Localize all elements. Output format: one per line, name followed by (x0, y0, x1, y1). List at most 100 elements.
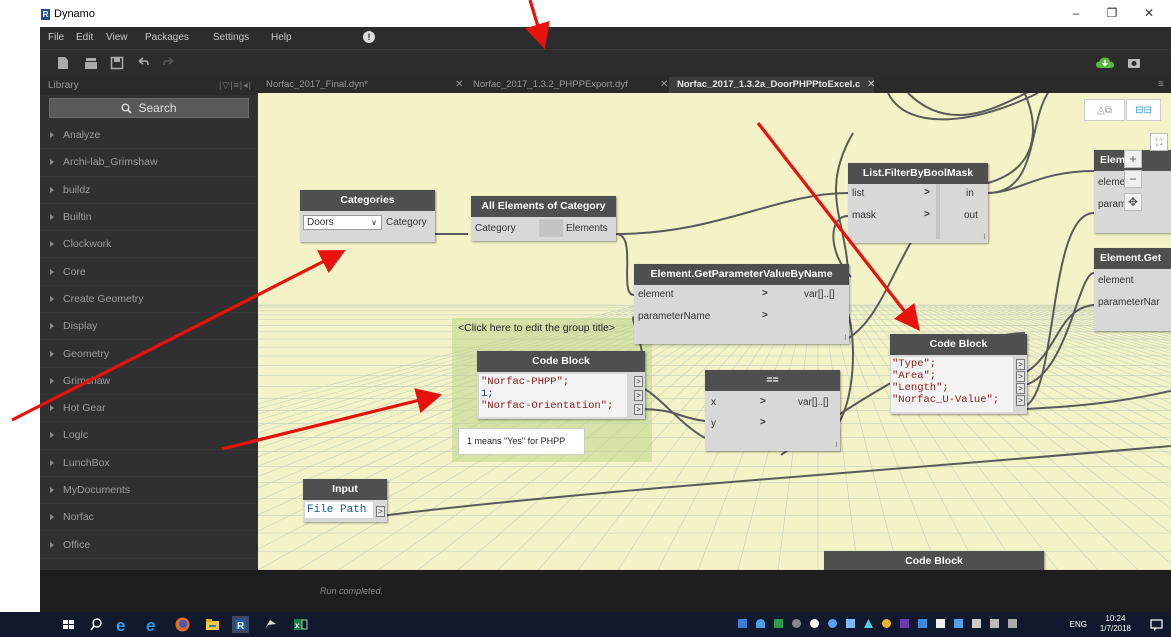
library-item-lunchbox[interactable]: LunchBox (40, 450, 258, 477)
windows-start-icon[interactable] (60, 616, 77, 633)
camera-icon[interactable] (1127, 56, 1141, 70)
node-equals[interactable]: == x > y > var[]..[] l (705, 370, 840, 451)
input-port-x[interactable]: x (711, 394, 716, 411)
firefox-icon[interactable] (174, 616, 191, 633)
code-editor[interactable]: "Type"; "Area"; "Length"; "Norfac_U-Valu… (891, 357, 1013, 412)
library-item-office[interactable]: Office (40, 531, 258, 559)
tab-final[interactable]: Norfac_2017_Final.dyn* (258, 77, 463, 93)
output-port[interactable]: > (634, 376, 643, 387)
output-port[interactable]: > (376, 506, 385, 517)
input-port-mask[interactable]: mask (852, 207, 876, 224)
library-item-mydocuments[interactable]: MyDocuments (40, 477, 258, 505)
group-note[interactable]: 1 means "Yes" for PHPP (458, 428, 585, 455)
alert-icon[interactable]: ! (363, 31, 375, 43)
cloud-publish-icon[interactable] (1095, 56, 1115, 70)
tray-app-icon[interactable] (846, 619, 855, 628)
output-port[interactable]: > (1016, 359, 1025, 370)
close-tab-icon[interactable]: ✕ (867, 79, 875, 90)
library-item-core[interactable]: Core (40, 258, 258, 286)
tray-app-icon[interactable] (864, 619, 873, 628)
input-port-parameter-name[interactable]: parameterName (638, 308, 710, 325)
tray-app-icon[interactable] (882, 619, 891, 628)
menu-file[interactable]: File (48, 32, 64, 43)
minimize-button[interactable]: – (1061, 4, 1091, 22)
file-explorer-icon[interactable] (204, 616, 221, 633)
input-port-y[interactable]: y (711, 415, 716, 432)
tray-app-icon[interactable] (954, 619, 963, 628)
action-center-icon[interactable] (1148, 616, 1165, 633)
library-item-geometry[interactable]: Geometry (40, 340, 258, 368)
save-icon[interactable] (110, 56, 124, 70)
library-item-create-geometry[interactable]: Create Geometry (40, 286, 258, 314)
input-value-field[interactable]: File Path (305, 502, 373, 518)
output-port-var[interactable]: var[]..[] (804, 286, 835, 303)
tab-door-phpp-excel[interactable]: Norfac_2017_1.3.2a_DoorPHPPtoExcel.c (669, 77, 874, 93)
zoom-in-icon[interactable]: + (1124, 150, 1142, 168)
close-tab-icon[interactable]: ✕ (455, 79, 463, 90)
restore-button[interactable]: ❐ (1097, 4, 1127, 22)
library-item-grimshaw[interactable]: Grimshaw (40, 368, 258, 395)
zoom-fit-icon[interactable]: ⛶ (1150, 133, 1168, 151)
new-file-icon[interactable] (56, 56, 70, 70)
revit-taskbar-icon[interactable]: R (232, 616, 249, 633)
library-search-input[interactable]: Search (49, 98, 249, 118)
library-item-buildz[interactable]: buildz (40, 177, 258, 204)
library-item-analyze[interactable]: Analyze (40, 122, 258, 150)
tray-app-icon[interactable] (918, 619, 927, 628)
tab-phpp-export[interactable]: Norfac_2017_1.3.2_PHPPExport.dyf (465, 77, 665, 93)
tray-cloud-icon[interactable] (756, 619, 765, 628)
tray-wifi-icon[interactable] (990, 619, 999, 628)
search-icon[interactable] (88, 616, 105, 633)
library-item-builtin[interactable]: Builtin (40, 204, 258, 232)
library-item-archi-lab-grimshaw[interactable]: Archi-lab_Grimshaw (40, 149, 258, 177)
library-item-clockwork[interactable]: Clockwork (40, 231, 258, 259)
redo-icon[interactable] (162, 56, 176, 70)
internet-explorer-icon[interactable]: e (144, 616, 161, 633)
output-port-elements[interactable]: Elements (566, 220, 608, 237)
open-file-icon[interactable] (84, 56, 98, 70)
menu-help[interactable]: Help (271, 32, 292, 43)
menu-edit[interactable]: Edit (76, 32, 93, 43)
output-port-var[interactable]: var[]..[] (798, 394, 829, 411)
workspace-canvas[interactable]: <Click here to edit the group title> Cat… (258, 93, 1171, 570)
close-tab-icon[interactable]: ✕ (660, 79, 668, 90)
tray-app-icon[interactable] (900, 619, 909, 628)
output-port[interactable]: > (1016, 383, 1025, 394)
output-port[interactable]: > (634, 404, 643, 415)
node-code-block-bottom[interactable]: Code Block (824, 551, 1044, 570)
graph-view-toggle-icon[interactable]: ⊟⊟ (1126, 99, 1161, 121)
tray-app-icon[interactable] (936, 619, 945, 628)
code-editor[interactable]: "Norfac-PHPP"; 1; "Norfac-Orientation"; (479, 374, 627, 417)
menu-packages[interactable]: Packages (145, 32, 189, 43)
input-port-list[interactable]: list (852, 185, 864, 202)
library-item-norfac[interactable]: Norfac (40, 504, 258, 532)
node-categories[interactable]: Categories Doors ∨ Category (300, 190, 435, 242)
input-port-element[interactable]: element (638, 286, 674, 303)
tray-app-icon[interactable] (810, 619, 819, 628)
output-port[interactable]: > (1016, 371, 1025, 382)
close-button[interactable]: ✕ (1134, 4, 1164, 22)
output-port[interactable]: > (1016, 395, 1025, 406)
tray-app-icon[interactable] (774, 619, 783, 628)
tab-menu-icon[interactable]: ≡ (1158, 79, 1164, 90)
geometry-view-toggle-icon[interactable]: ◬⧉ (1084, 99, 1125, 121)
output-port-category[interactable]: Category (386, 214, 427, 231)
menu-settings[interactable]: Settings (213, 32, 249, 43)
node-code-block-parameters[interactable]: Code Block "Type"; "Area"; "Length"; "No… (890, 334, 1027, 414)
output-port-in[interactable]: in (966, 185, 974, 202)
output-port-out[interactable]: out (964, 207, 978, 224)
tray-app-icon[interactable] (738, 619, 747, 628)
edge-browser-icon[interactable]: e (114, 616, 131, 633)
node-all-elements-of-category[interactable]: All Elements of Category Category Elemen… (471, 196, 616, 241)
library-item-hot-gear[interactable]: Hot Gear (40, 395, 258, 423)
menu-view[interactable]: View (106, 32, 128, 43)
tray-app-icon[interactable] (828, 619, 837, 628)
node-list-filter-by-bool-mask[interactable]: List.FilterByBoolMask list > mask > in o… (848, 163, 988, 243)
dynamo-taskbar-icon[interactable] (262, 616, 279, 633)
undo-icon[interactable] (136, 56, 150, 70)
input-language[interactable]: ENG (1070, 620, 1087, 629)
node-element-get-partial[interactable]: Element.Get element parameterNar (1094, 248, 1171, 331)
node-input-file-path[interactable]: Input File Path > (303, 479, 387, 522)
output-port[interactable]: > (634, 390, 643, 401)
zoom-out-icon[interactable]: − (1124, 170, 1142, 188)
